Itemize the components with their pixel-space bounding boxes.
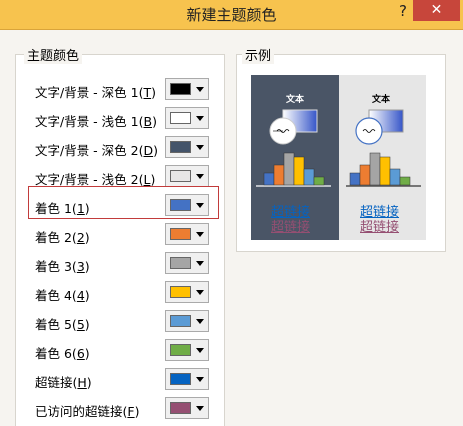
color-picker-button[interactable] bbox=[165, 223, 209, 245]
color-swatch bbox=[170, 228, 191, 240]
theme-color-row: 着色 2(2) bbox=[35, 223, 215, 245]
sample-light-visited-hyperlink: 超链接 bbox=[360, 220, 400, 235]
color-picker-button[interactable] bbox=[165, 339, 209, 361]
color-picker-button[interactable] bbox=[165, 165, 209, 187]
theme-color-label: 着色 3(3) bbox=[35, 259, 90, 274]
color-picker-button[interactable] bbox=[165, 107, 209, 129]
color-picker-button[interactable] bbox=[165, 136, 209, 158]
color-swatch bbox=[170, 83, 191, 95]
dropdown-arrow-icon bbox=[196, 290, 204, 295]
color-picker-button[interactable] bbox=[165, 397, 209, 419]
theme-color-row: 文字/背景 - 深色 1(T) bbox=[35, 78, 215, 100]
dropdown-arrow-icon bbox=[196, 87, 204, 92]
sample-bar bbox=[263, 172, 275, 186]
help-button[interactable]: ? bbox=[392, 0, 414, 22]
dropdown-arrow-icon bbox=[196, 232, 204, 237]
color-picker-button[interactable] bbox=[165, 252, 209, 274]
theme-color-label: 文字/背景 - 浅色 1(B) bbox=[35, 114, 157, 129]
dropdown-arrow-icon bbox=[196, 145, 204, 150]
sample-bar bbox=[283, 152, 295, 186]
dropdown-arrow-icon bbox=[196, 261, 204, 266]
sample-bar bbox=[273, 164, 285, 186]
theme-colors-label: 主题颜色 bbox=[24, 45, 83, 64]
dropdown-arrow-icon bbox=[196, 174, 204, 179]
color-swatch bbox=[170, 112, 191, 124]
sample-light-circle bbox=[355, 117, 383, 145]
accent1-highlight-frame bbox=[28, 186, 219, 219]
theme-color-row: 文字/背景 - 浅色 1(B) bbox=[35, 107, 215, 129]
color-swatch bbox=[170, 170, 191, 182]
title-bar: 新建主题颜色 ? ✕ bbox=[0, 0, 463, 30]
color-swatch bbox=[170, 141, 191, 153]
color-swatch bbox=[170, 286, 191, 298]
color-picker-button[interactable] bbox=[165, 78, 209, 100]
theme-color-label: 文字/背景 - 深色 1(T) bbox=[35, 85, 157, 100]
color-swatch bbox=[170, 373, 191, 385]
color-swatch bbox=[170, 315, 191, 327]
theme-color-row: 着色 4(4) bbox=[35, 281, 215, 303]
theme-color-row: 文字/背景 - 浅色 2(L) bbox=[35, 165, 215, 187]
color-swatch bbox=[170, 257, 191, 269]
theme-color-row: 着色 3(3) bbox=[35, 252, 215, 274]
dropdown-arrow-icon bbox=[196, 348, 204, 353]
color-swatch bbox=[170, 344, 191, 356]
color-picker-button[interactable] bbox=[165, 281, 209, 303]
close-button[interactable]: ✕ bbox=[413, 0, 460, 21]
theme-color-label: 着色 5(5) bbox=[35, 317, 90, 332]
sample-dark-visited-hyperlink: 超链接 bbox=[271, 220, 311, 235]
theme-color-row: 文字/背景 - 深色 2(D) bbox=[35, 136, 215, 158]
theme-color-label: 着色 4(4) bbox=[35, 288, 90, 303]
sample-bar bbox=[293, 156, 305, 186]
color-swatch bbox=[170, 402, 191, 414]
sample-bar bbox=[349, 172, 361, 186]
color-picker-button[interactable] bbox=[165, 368, 209, 390]
sample-bar bbox=[313, 176, 325, 186]
dropdown-arrow-icon bbox=[196, 377, 204, 382]
theme-color-row: 超链接(H) bbox=[35, 368, 215, 390]
sample-bar bbox=[369, 152, 381, 186]
theme-color-row: 已访问的超链接(F) bbox=[35, 397, 215, 419]
theme-color-label: 着色 2(2) bbox=[35, 230, 90, 245]
theme-color-label: 已访问的超链接(F) bbox=[35, 404, 140, 419]
sample-bar bbox=[303, 168, 315, 186]
sample-label: 示例 bbox=[242, 45, 275, 64]
sample-bar bbox=[389, 168, 401, 186]
color-picker-button[interactable] bbox=[165, 310, 209, 332]
theme-color-row: 着色 5(5) bbox=[35, 310, 215, 332]
theme-color-row: 着色 6(6) bbox=[35, 339, 215, 361]
theme-color-label: 超链接(H) bbox=[35, 375, 92, 390]
dropdown-arrow-icon bbox=[196, 406, 204, 411]
theme-color-label: 文字/背景 - 深色 2(D) bbox=[35, 143, 159, 158]
sample-bar bbox=[399, 176, 411, 186]
sample-bar bbox=[379, 156, 391, 186]
sample-bar bbox=[359, 164, 371, 186]
dropdown-arrow-icon bbox=[196, 319, 204, 324]
dropdown-arrow-icon bbox=[196, 116, 204, 121]
theme-color-label: 着色 6(6) bbox=[35, 346, 90, 361]
